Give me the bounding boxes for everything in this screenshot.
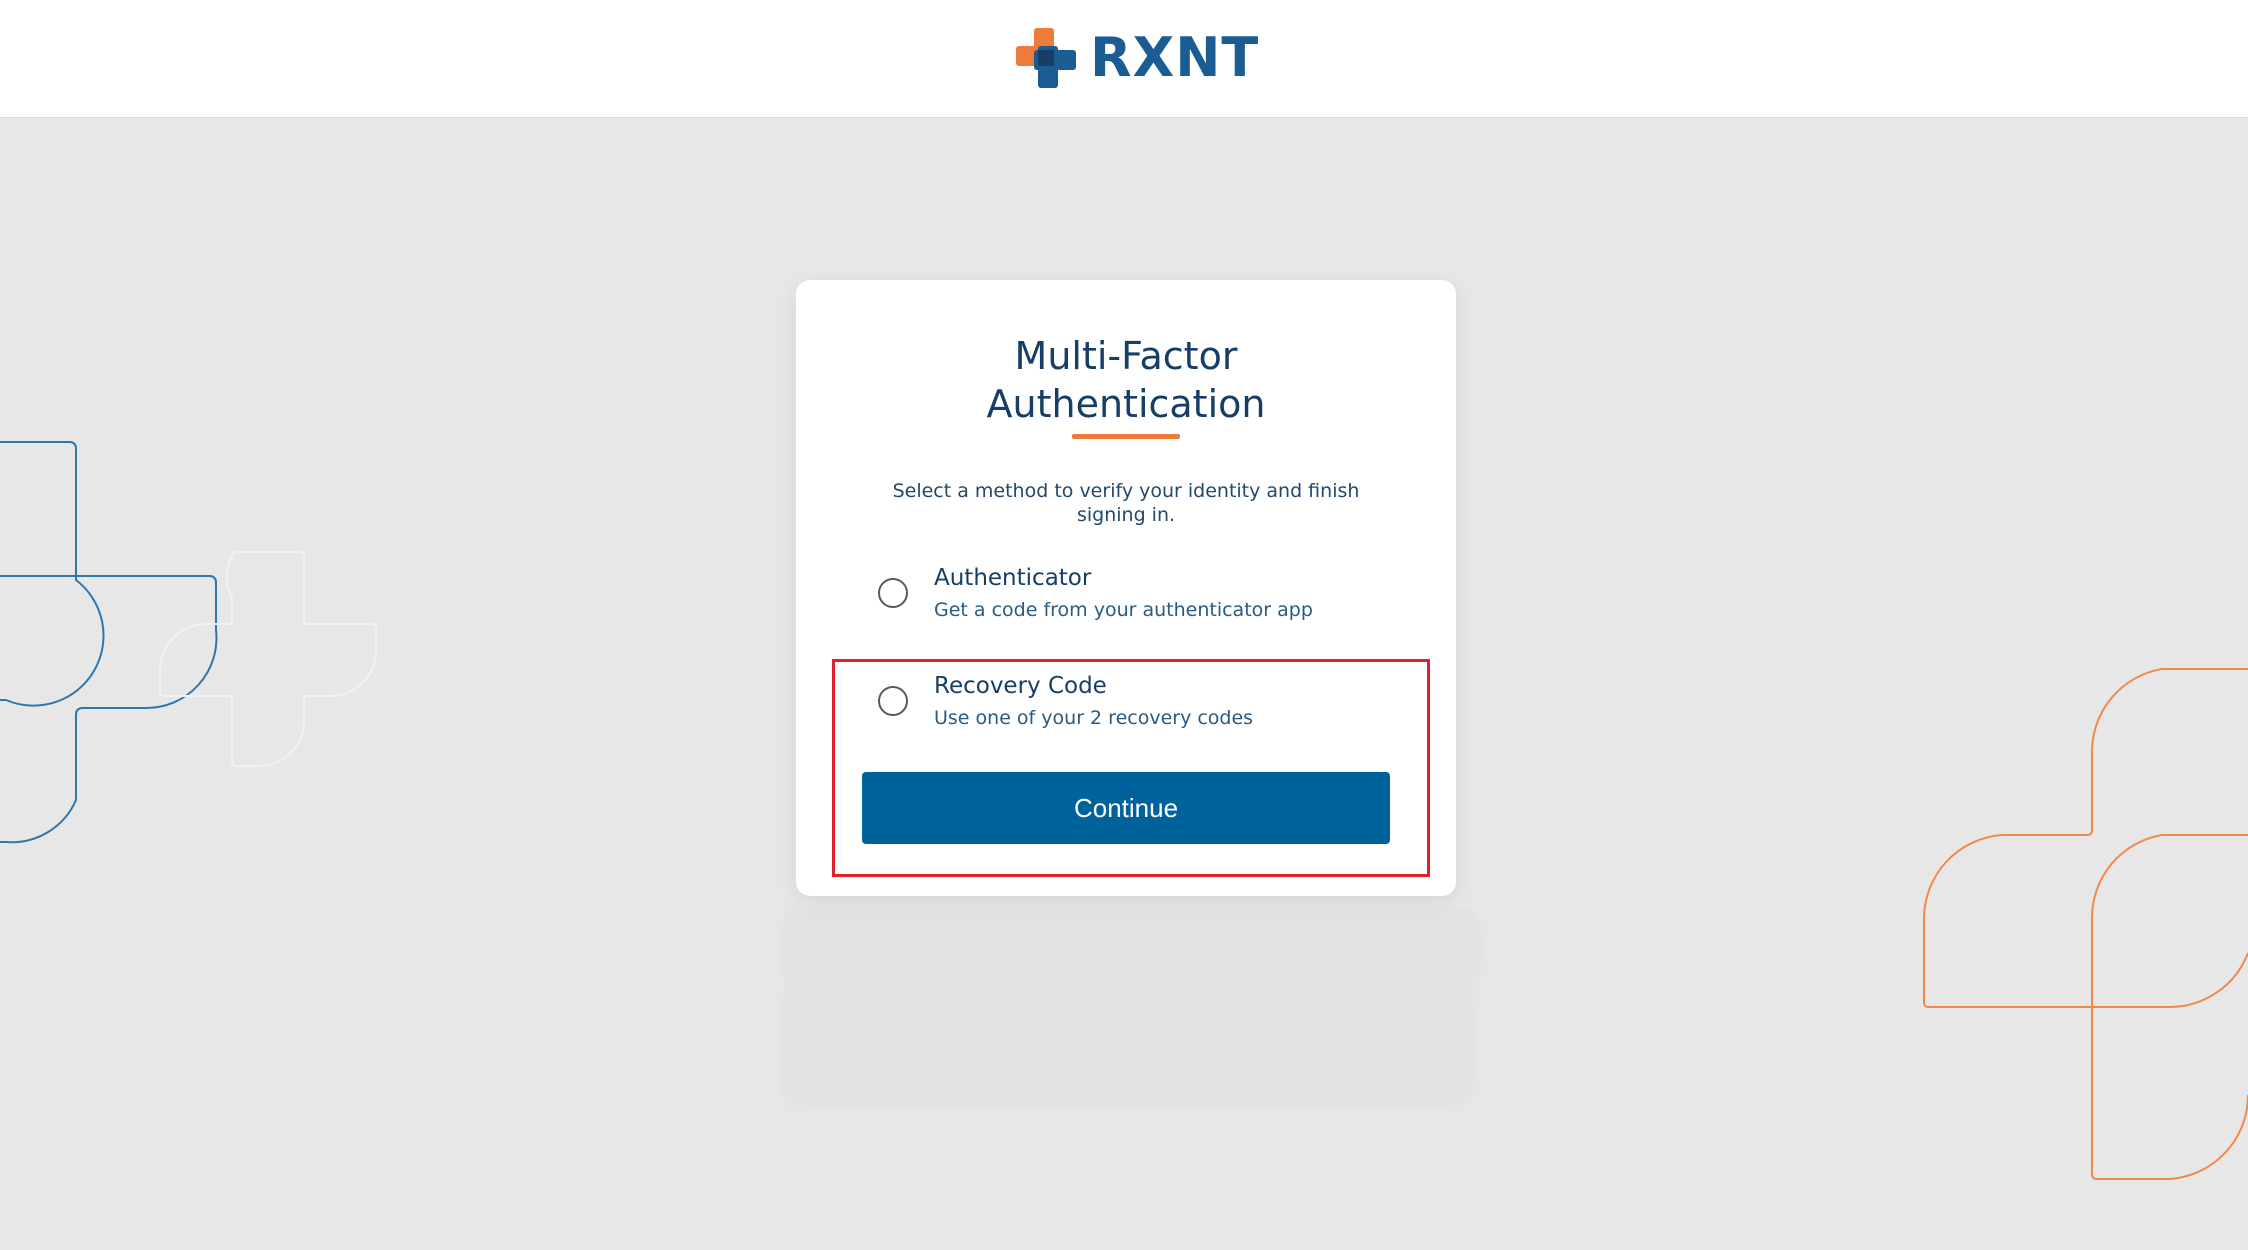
decorative-cross-left [0,441,377,844]
highlight-annotation [832,659,1430,877]
option-description: Get a code from your authenticator app [934,599,1313,621]
decorative-cross-right [1922,668,2248,1180]
rxnt-logo[interactable]: RXNT [1016,27,1259,89]
title-line-2: Authentication [986,382,1266,426]
option-text: Authenticator Get a code from your authe… [934,563,1313,623]
top-header: RXNT [0,0,2248,118]
brand-name: RXNT [1090,26,1260,89]
authenticator-radio[interactable] [878,578,908,608]
title-line-1: Multi-Factor [1014,334,1238,378]
option-authenticator[interactable]: Authenticator Get a code from your authe… [878,558,1398,628]
title-underline [1072,434,1180,439]
cross-logo-icon [1016,28,1076,88]
background-panel [784,982,1470,1100]
background-panel [784,910,1478,980]
page-title: Multi-Factor Authentication [796,332,1456,428]
instruction-text: Select a method to verify your identity … [892,480,1360,526]
option-title: Authenticator [934,565,1092,591]
